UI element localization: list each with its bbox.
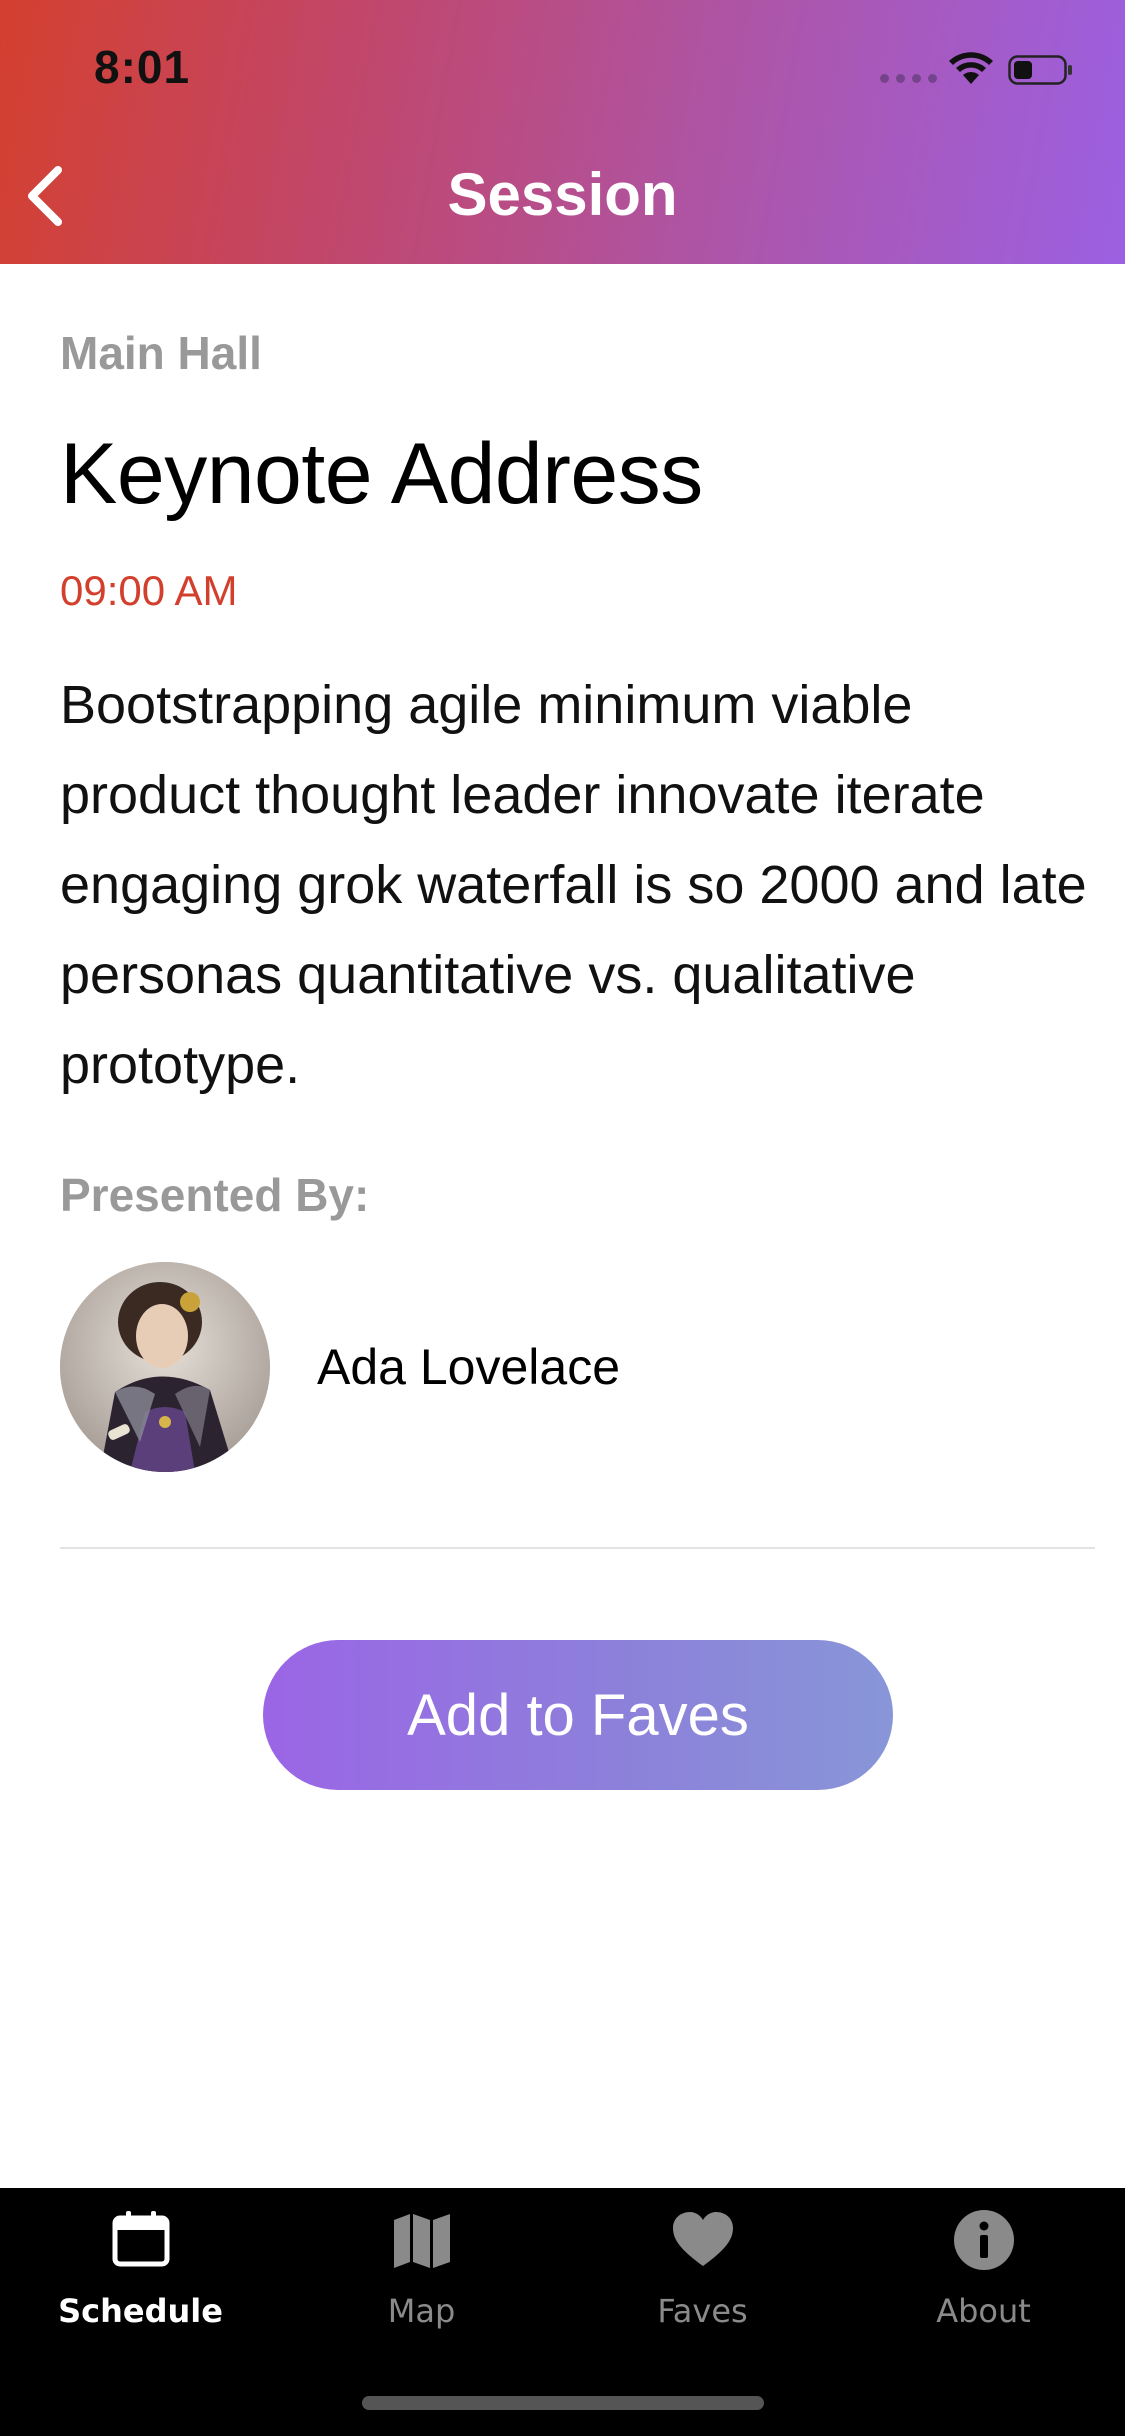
session-title: Keynote Address — [60, 426, 703, 522]
map-icon — [393, 2214, 450, 2268]
speaker-avatar[interactable] — [60, 1262, 270, 1472]
speaker-item[interactable]: Ada Lovelace — [60, 1262, 1060, 1472]
session-time: 09:00 AM — [60, 567, 238, 614]
divider — [60, 1547, 1095, 1549]
heart-icon — [672, 2212, 733, 2266]
speaker-name[interactable]: Ada Lovelace — [317, 1338, 620, 1396]
status-time: 8:01 — [94, 41, 191, 93]
header-bar: 8:01 Session — [0, 0, 1125, 264]
portrait-image — [60, 1262, 270, 1472]
tab-faves[interactable]: Faves — [562, 2188, 843, 2338]
home-indicator[interactable] — [362, 2396, 764, 2410]
tab-label-about: About — [936, 2292, 1031, 2330]
presented-by-label: Presented By: — [60, 1169, 370, 1221]
tab-label-schedule: Schedule — [58, 2292, 223, 2330]
cellular-signal-icon — [880, 74, 937, 83]
wifi-icon — [949, 52, 993, 84]
session-location: Main Hall — [60, 327, 262, 379]
tab-label-faves: Faves — [657, 2292, 748, 2330]
add-to-faves-button[interactable]: Add to Faves — [263, 1640, 893, 1790]
tab-label-map: Map — [387, 2292, 456, 2330]
tab-schedule[interactable]: Schedule — [0, 2188, 281, 2338]
info-icon — [953, 2210, 1014, 2270]
tab-about[interactable]: About — [843, 2188, 1124, 2338]
tab-map[interactable]: Map — [281, 2188, 562, 2338]
page-title: Session — [447, 161, 678, 228]
session-screen: 8:01 Session Main Hall Keynote Address 0… — [0, 0, 1125, 2436]
calendar-icon — [112, 2211, 169, 2267]
session-description: Bootstrapping agile minimum viable produ… — [60, 675, 1087, 1095]
battery-icon — [1008, 55, 1072, 85]
